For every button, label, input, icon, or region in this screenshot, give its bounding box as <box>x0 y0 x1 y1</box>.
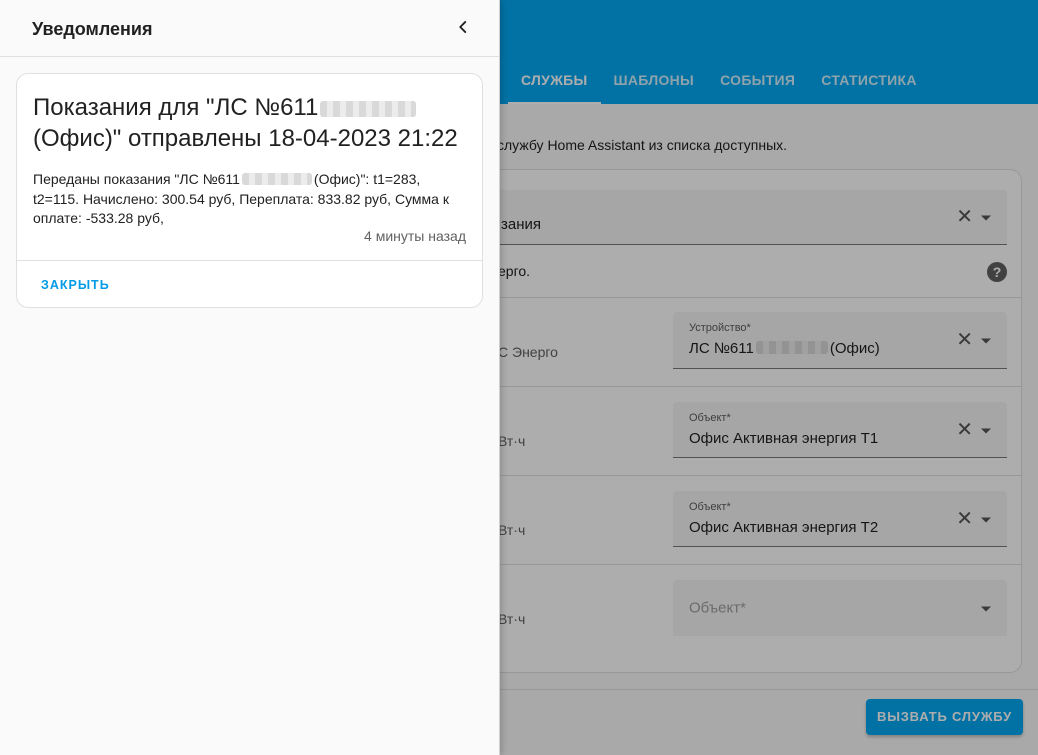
notification-title: Показания для "ЛС №611 (Офис)" отправлен… <box>33 94 458 152</box>
notification-message: Переданы показания "ЛС №611 (Офис)": t1=2… <box>33 171 449 226</box>
notification-timestamp: 4 минуты назад <box>364 228 466 244</box>
redacted-number <box>241 173 312 185</box>
divider <box>17 260 482 261</box>
drawer-header: Уведомления <box>0 0 499 57</box>
drawer-title: Уведомления <box>32 19 153 39</box>
notification-drawer: Уведомления Показания для "ЛС №611 (Офис… <box>0 0 500 755</box>
notification-card: Показания для "ЛС №611 (Офис)" отправлен… <box>16 73 483 308</box>
chevron-left-icon[interactable] <box>452 16 474 38</box>
redacted-number <box>320 101 417 117</box>
dismiss-notification-button[interactable]: ЗАКРЫТЬ <box>41 278 110 292</box>
